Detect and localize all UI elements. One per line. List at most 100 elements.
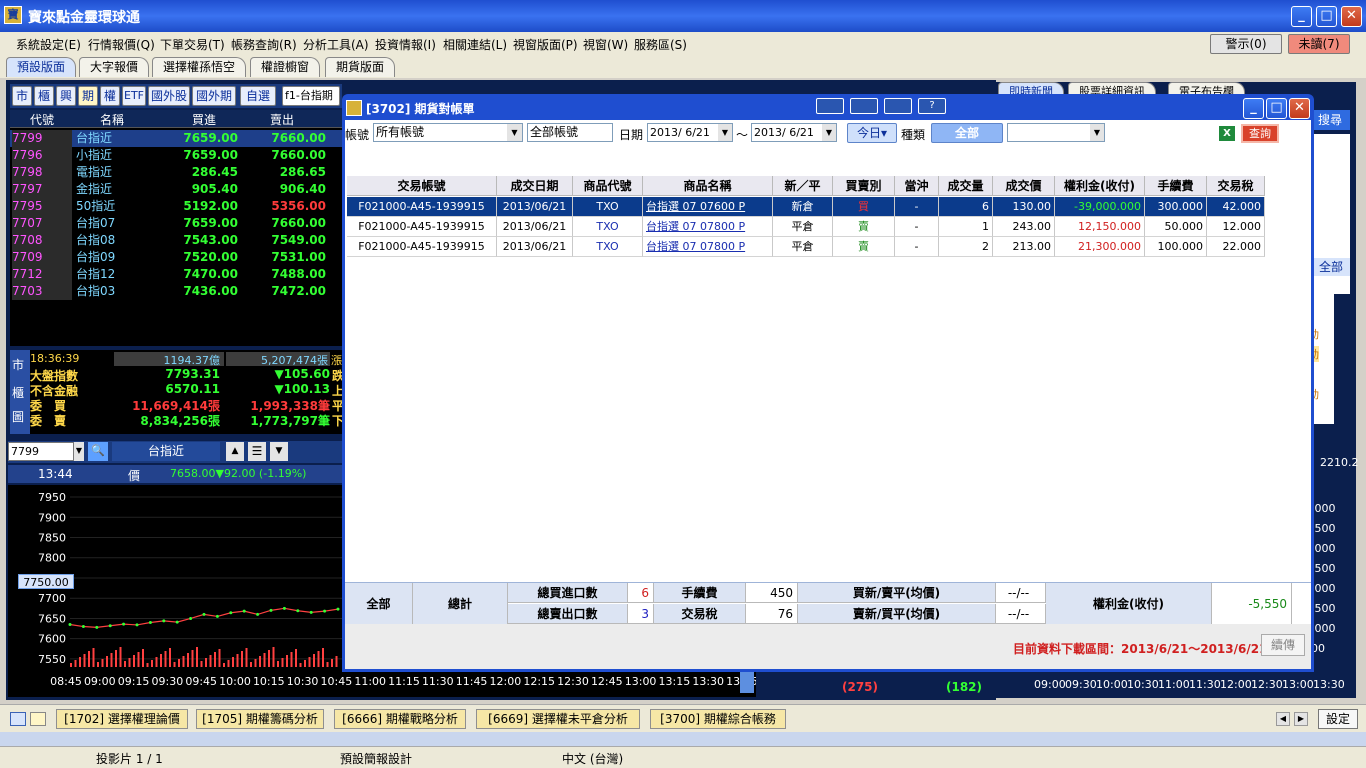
filter-listed[interactable]: 市 <box>12 86 32 106</box>
menu-analysis[interactable]: 分析工具(A) <box>303 36 369 53</box>
column-header[interactable]: 商品名稱 <box>643 176 773 196</box>
menu-account[interactable]: 帳務查詢(R) <box>231 36 297 53</box>
dialog-export-icon[interactable] <box>850 98 878 114</box>
column-header[interactable]: 成交日期 <box>497 176 573 196</box>
menu-links[interactable]: 相關連結(L) <box>443 36 507 53</box>
quote-row[interactable]: 7797 金指近 905.40 906.40 <box>10 181 342 198</box>
account-select[interactable]: 所有帳號 <box>373 123 523 142</box>
quote-row[interactable]: 7798 電指近 286.45 286.65 <box>10 164 342 181</box>
filter-etf[interactable]: ETF <box>122 86 146 106</box>
query-button[interactable]: 查詢 <box>1241 124 1279 143</box>
chart-list-icon[interactable]: ☰ <box>248 442 266 461</box>
scroll-left-icon[interactable]: ◀ <box>1276 712 1290 726</box>
table-row[interactable]: F021000-A45-1939915 2013/06/21 TXO 台指選 07 0… <box>345 217 1311 237</box>
column-header[interactable]: 成交量 <box>939 176 993 196</box>
column-header[interactable]: 權利金(收付) <box>1055 176 1145 196</box>
fn-option-theory[interactable]: [1702] 選擇權理論價 <box>56 709 188 729</box>
tab-warrant[interactable]: 權證櫥窗 <box>250 57 321 77</box>
menu-trade[interactable]: 下單交易(T) <box>160 36 225 53</box>
dialog-minimize-icon[interactable]: _ <box>1243 98 1264 119</box>
search-icon[interactable]: 🔍 <box>88 442 108 461</box>
minimize-icon[interactable]: _ <box>1291 6 1312 27</box>
column-header[interactable]: 手續費 <box>1145 176 1207 196</box>
filter-watchlist[interactable]: 自選 <box>240 86 276 106</box>
filter-foreign-futures[interactable]: 國外期 <box>192 86 236 106</box>
side-tab-chart[interactable]: 圖 <box>12 408 24 425</box>
cell-name[interactable]: 台指選 07 07800 P <box>643 217 773 237</box>
maximize-icon[interactable]: □ <box>1316 6 1337 27</box>
menu-invest-info[interactable]: 投資情報(I) <box>375 36 436 53</box>
resend-button[interactable]: 續傳 <box>1261 634 1305 656</box>
table-row[interactable]: F021000-A45-1939915 2013/06/21 TXO 台指選 07 0… <box>345 237 1311 257</box>
menu-layout[interactable]: 視窗版面(P) <box>513 36 578 53</box>
account-name-field[interactable]: 全部帳號 <box>527 123 613 142</box>
column-header[interactable]: 當沖 <box>895 176 939 196</box>
warning-button[interactable]: 警示(0) <box>1210 34 1282 54</box>
account-dropdown-icon[interactable]: ▼ <box>507 124 522 141</box>
quote-row[interactable]: 7703 台指03 7436.00 7472.00 <box>10 283 342 300</box>
table-row[interactable]: F021000-A45-1939915 2013/06/21 TXO 台指選 07 0… <box>345 197 1311 217</box>
column-header[interactable]: 商品代號 <box>573 176 643 196</box>
column-header[interactable]: 交易帳號 <box>347 176 497 196</box>
quote-row[interactable]: 7707 台指07 7659.00 7660.00 <box>10 215 342 232</box>
group-select[interactable]: f1-台指期貨 <box>282 86 340 106</box>
quote-row[interactable]: 7709 台指09 7520.00 7531.00 <box>10 249 342 266</box>
filter-otc[interactable]: 櫃 <box>34 86 54 106</box>
dialog-close-icon[interactable]: ✕ <box>1289 98 1310 119</box>
cell-name[interactable]: 台指選 07 07800 P <box>643 237 773 257</box>
unread-button[interactable]: 未讀(7) <box>1288 34 1350 54</box>
menu-quotes[interactable]: 行情報價(Q) <box>88 36 155 53</box>
tab-big-quote[interactable]: 大字報價 <box>79 57 150 77</box>
tab-futures[interactable]: 期貨版面 <box>325 57 396 77</box>
fn-open-interest[interactable]: [6669] 選擇權未平倉分析 <box>476 709 640 729</box>
filter-foreign-stock[interactable]: 國外股 <box>148 86 190 106</box>
today-button[interactable]: 今日▾ <box>847 123 897 143</box>
cell-name[interactable]: 台指選 07 07600 P <box>643 197 773 217</box>
note-icon[interactable] <box>30 712 46 726</box>
column-header[interactable]: 新／平 <box>773 176 833 196</box>
chart-scroll-handle[interactable] <box>740 671 754 693</box>
filter-options[interactable]: 權 <box>100 86 120 106</box>
chart-symbol-input[interactable]: 7799 <box>8 442 74 461</box>
fn-chip-analysis[interactable]: [1705] 期權籌碼分析 <box>196 709 324 729</box>
price-point <box>135 623 139 627</box>
settings-button[interactable]: 設定 <box>1318 709 1358 729</box>
quote-name: 台指08 <box>76 233 116 247</box>
close-icon[interactable]: ✕ <box>1341 6 1362 27</box>
news-search-button[interactable]: 搜尋 <box>1310 110 1350 130</box>
chart-symbol-dropdown-icon[interactable]: ▼ <box>74 442 84 461</box>
tab-default[interactable]: 預設版面 <box>6 57 77 77</box>
excel-icon[interactable]: X <box>1219 126 1235 141</box>
quote-row[interactable]: 7712 台指12 7470.00 7488.00 <box>10 266 342 283</box>
date-from-dropdown-icon[interactable]: ▼ <box>718 124 732 141</box>
quote-row[interactable]: 7708 台指08 7543.00 7549.00 <box>10 232 342 249</box>
panel-toggle-icon[interactable] <box>10 712 26 726</box>
filter-futures[interactable]: 期 <box>78 86 98 106</box>
quote-row[interactable]: 7796 小指近 7659.00 7660.00 <box>10 147 342 164</box>
date-to-dropdown-icon[interactable]: ▼ <box>822 124 836 141</box>
type-dropdown-icon[interactable]: ▼ <box>1090 124 1104 141</box>
news-all-button[interactable]: 全部 <box>1312 258 1350 276</box>
dialog-layout-icon[interactable] <box>816 98 844 114</box>
type-all-button[interactable]: 全部 <box>931 123 1003 143</box>
column-header[interactable]: 交易稅 <box>1207 176 1265 196</box>
side-tab-otc[interactable]: 櫃 <box>12 384 24 401</box>
fn-strategy-analysis[interactable]: [6666] 期權戰略分析 <box>334 709 466 729</box>
dialog-print-icon[interactable] <box>884 98 912 114</box>
menu-service[interactable]: 服務區(S) <box>634 36 687 53</box>
column-header[interactable]: 成交價 <box>993 176 1055 196</box>
side-tab-listed[interactable]: 市 <box>12 356 24 373</box>
dialog-help-icon[interactable]: ? <box>918 98 946 114</box>
chart-down-icon[interactable]: ▼ <box>270 442 288 461</box>
menu-window[interactable]: 視窗(W) <box>583 36 628 53</box>
filter-emerging[interactable]: 興 <box>56 86 76 106</box>
quote-row[interactable]: 7799 台指近 7659.00 7660.00 <box>10 130 342 147</box>
dialog-maximize-icon[interactable]: □ <box>1266 98 1287 119</box>
fn-account-summary[interactable]: [3700] 期權綜合帳務 <box>650 709 786 729</box>
scroll-right-icon[interactable]: ▶ <box>1294 712 1308 726</box>
tab-option-wukong[interactable]: 選擇權孫悟空 <box>152 57 247 77</box>
quote-row[interactable]: 7795 50指近 5192.00 5356.00 <box>10 198 342 215</box>
chart-up-icon[interactable]: ▲ <box>226 442 244 461</box>
column-header[interactable]: 買賣別 <box>833 176 895 196</box>
menu-system[interactable]: 系統設定(E) <box>16 36 81 53</box>
